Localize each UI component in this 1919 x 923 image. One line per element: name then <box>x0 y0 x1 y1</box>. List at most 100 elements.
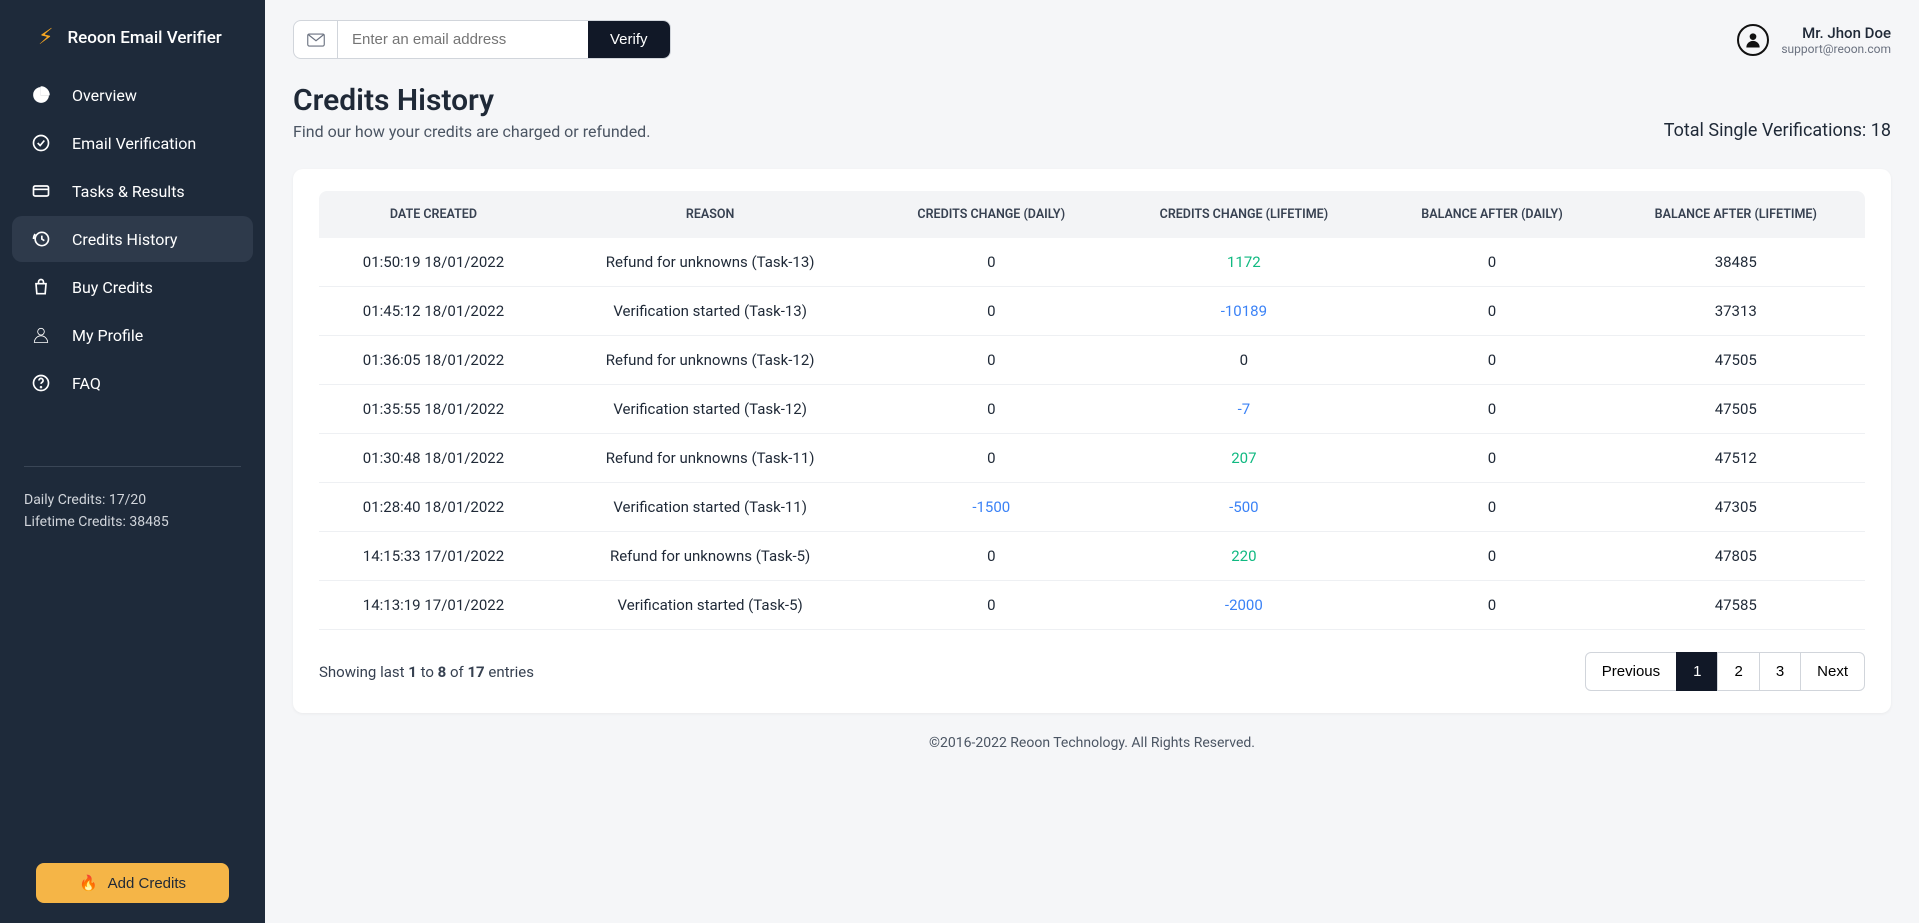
cell-reason: Refund for unknowns (Task-13) <box>548 238 872 287</box>
avatar-icon <box>1737 24 1769 56</box>
col-date-created: DATE CREATED <box>319 191 548 238</box>
sidebar-item-label: FAQ <box>72 374 101 393</box>
cell-balance-lifetime: 47505 <box>1607 385 1865 434</box>
cell-reason: Verification started (Task-11) <box>548 483 872 532</box>
cell-credits-daily: 0 <box>872 238 1110 287</box>
cell-balance-lifetime: 47512 <box>1607 434 1865 483</box>
check-circle-icon <box>30 133 52 153</box>
daily-credits-label: Daily Credits: 17/20 <box>24 489 241 511</box>
user-name: Mr. Jhon Doe <box>1781 24 1891 42</box>
verify-button[interactable]: Verify <box>588 21 670 58</box>
page-title: Credits History <box>293 83 650 118</box>
fire-icon: 🔥 <box>79 874 98 892</box>
cell-reason: Refund for unknowns (Task-12) <box>548 336 872 385</box>
sidebar-nav: Overview Email Verification Tasks & Resu… <box>0 72 265 406</box>
credits-table: DATE CREATED REASON CREDITS CHANGE (DAIL… <box>319 191 1865 630</box>
table-row: 01:45:12 18/01/2022Verification started … <box>319 287 1865 336</box>
pagination-page-2[interactable]: 2 <box>1717 652 1759 691</box>
cell-reason: Verification started (Task-5) <box>548 581 872 630</box>
cell-balance-daily: 0 <box>1378 336 1607 385</box>
question-icon <box>30 373 52 393</box>
add-credits-button[interactable]: 🔥 Add Credits <box>36 863 229 903</box>
table-row: 01:50:19 18/01/2022Refund for unknowns (… <box>319 238 1865 287</box>
sidebar-item-label: Email Verification <box>72 134 196 153</box>
cell-credits-daily: 0 <box>872 581 1110 630</box>
sidebar-item-tasks-results[interactable]: Tasks & Results <box>12 168 253 214</box>
topbar: Verify Mr. Jhon Doe support@reoon.com <box>293 20 1891 59</box>
sidebar-item-overview[interactable]: Overview <box>12 72 253 118</box>
sidebar-item-label: Buy Credits <box>72 278 153 297</box>
cell-credits-lifetime: 0 <box>1110 336 1377 385</box>
pie-icon <box>30 85 52 105</box>
cell-balance-daily: 0 <box>1378 385 1607 434</box>
table-row: 14:13:19 17/01/2022Verification started … <box>319 581 1865 630</box>
user-meta: Mr. Jhon Doe support@reoon.com <box>1781 24 1891 56</box>
cell-date: 01:45:12 18/01/2022 <box>319 287 548 336</box>
pagination: Previous 1 2 3 Next <box>1585 652 1865 691</box>
col-balance-lifetime: BALANCE AFTER (LIFETIME) <box>1607 191 1865 238</box>
cell-credits-daily: 0 <box>872 532 1110 581</box>
brand-name: Reoon Email Verifier <box>67 28 221 48</box>
cell-balance-lifetime: 38485 <box>1607 238 1865 287</box>
pagination-page-3[interactable]: 3 <box>1759 652 1801 691</box>
sidebar-item-my-profile[interactable]: My Profile <box>12 312 253 358</box>
user-box[interactable]: Mr. Jhon Doe support@reoon.com <box>1737 24 1891 56</box>
cell-date: 01:36:05 18/01/2022 <box>319 336 548 385</box>
col-credits-lifetime: CREDITS CHANGE (LIFETIME) <box>1110 191 1377 238</box>
cell-balance-daily: 0 <box>1378 483 1607 532</box>
cell-reason: Verification started (Task-12) <box>548 385 872 434</box>
table-row: 01:35:55 18/01/2022Verification started … <box>319 385 1865 434</box>
total-verifications-label: Total Single Verifications: 18 <box>1664 120 1891 141</box>
pagination-prev[interactable]: Previous <box>1585 652 1677 691</box>
sidebar-item-label: My Profile <box>72 326 143 345</box>
table-footer: Showing last 1 to 8 of 17 entries Previo… <box>319 652 1865 691</box>
sidebar-item-faq[interactable]: FAQ <box>12 360 253 406</box>
cell-balance-lifetime: 47505 <box>1607 336 1865 385</box>
cell-date: 01:50:19 18/01/2022 <box>319 238 548 287</box>
cell-date: 14:15:33 17/01/2022 <box>319 532 548 581</box>
email-verify-group: Verify <box>293 20 671 59</box>
bag-icon <box>30 277 52 297</box>
cell-reason: Verification started (Task-13) <box>548 287 872 336</box>
bolt-icon: ⚡︎ <box>38 25 53 50</box>
table-row: 01:30:48 18/01/2022Refund for unknowns (… <box>319 434 1865 483</box>
cell-credits-daily: 0 <box>872 434 1110 483</box>
cell-date: 01:35:55 18/01/2022 <box>319 385 548 434</box>
cell-balance-lifetime: 47305 <box>1607 483 1865 532</box>
history-icon <box>30 229 52 249</box>
footer-text: ©2016-2022 Reoon Technology. All Rights … <box>293 735 1891 761</box>
table-row: 14:15:33 17/01/2022Refund for unknowns (… <box>319 532 1865 581</box>
sidebar-item-label: Overview <box>72 86 137 105</box>
sidebar: ⚡︎ Reoon Email Verifier Overview Email V… <box>0 0 265 923</box>
sidebar-item-email-verification[interactable]: Email Verification <box>12 120 253 166</box>
page-subtitle: Find our how your credits are charged or… <box>293 122 650 141</box>
cell-credits-daily: 0 <box>872 336 1110 385</box>
cell-credits-lifetime: 220 <box>1110 532 1377 581</box>
cell-date: 01:30:48 18/01/2022 <box>319 434 548 483</box>
table-row: 01:28:40 18/01/2022Verification started … <box>319 483 1865 532</box>
showing-entries-text: Showing last 1 to 8 of 17 entries <box>319 663 534 681</box>
cell-balance-lifetime: 37313 <box>1607 287 1865 336</box>
cell-date: 14:13:19 17/01/2022 <box>319 581 548 630</box>
cell-reason: Refund for unknowns (Task-11) <box>548 434 872 483</box>
cell-credits-lifetime: -7 <box>1110 385 1377 434</box>
cell-credits-daily: -1500 <box>872 483 1110 532</box>
cell-credits-lifetime: -500 <box>1110 483 1377 532</box>
email-input[interactable] <box>338 21 588 58</box>
cell-balance-daily: 0 <box>1378 434 1607 483</box>
pagination-page-1[interactable]: 1 <box>1676 652 1718 691</box>
pagination-next[interactable]: Next <box>1800 652 1865 691</box>
cell-credits-lifetime: 207 <box>1110 434 1377 483</box>
sidebar-item-credits-history[interactable]: Credits History <box>12 216 253 262</box>
lifetime-credits-label: Lifetime Credits: 38485 <box>24 511 241 533</box>
cell-balance-daily: 0 <box>1378 287 1607 336</box>
cell-balance-daily: 0 <box>1378 581 1607 630</box>
table-row: 01:36:05 18/01/2022Refund for unknowns (… <box>319 336 1865 385</box>
col-credits-daily: CREDITS CHANGE (DAILY) <box>872 191 1110 238</box>
credits-table-card: DATE CREATED REASON CREDITS CHANGE (DAIL… <box>293 169 1891 713</box>
cell-balance-daily: 0 <box>1378 532 1607 581</box>
sidebar-item-buy-credits[interactable]: Buy Credits <box>12 264 253 310</box>
user-email: support@reoon.com <box>1781 42 1891 56</box>
cell-balance-lifetime: 47805 <box>1607 532 1865 581</box>
cell-balance-daily: 0 <box>1378 238 1607 287</box>
